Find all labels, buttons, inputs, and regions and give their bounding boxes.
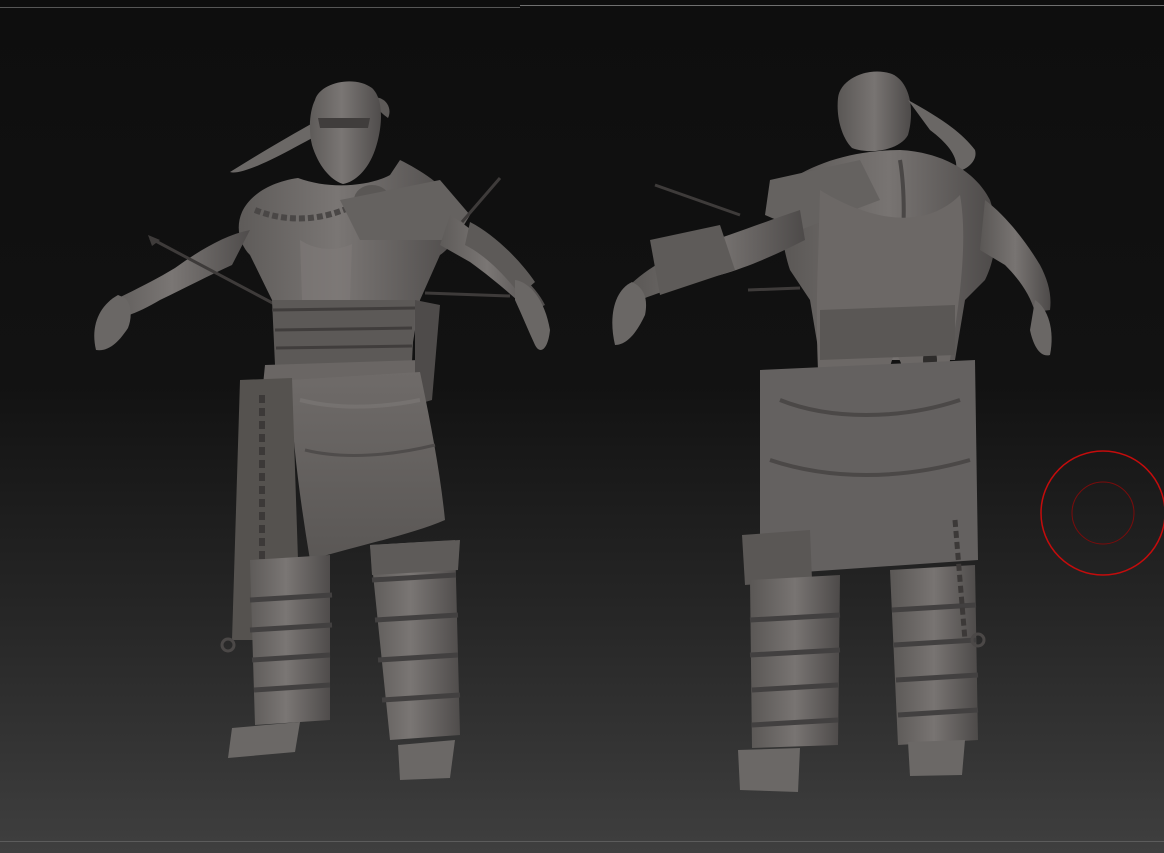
canvas-viewport[interactable]: [0, 0, 1164, 853]
sculpt-figure-back-icon[interactable]: [0, 0, 1164, 853]
back-figure-body: [612, 71, 1052, 792]
brush-cursor-icon[interactable]: [1040, 449, 1164, 577]
